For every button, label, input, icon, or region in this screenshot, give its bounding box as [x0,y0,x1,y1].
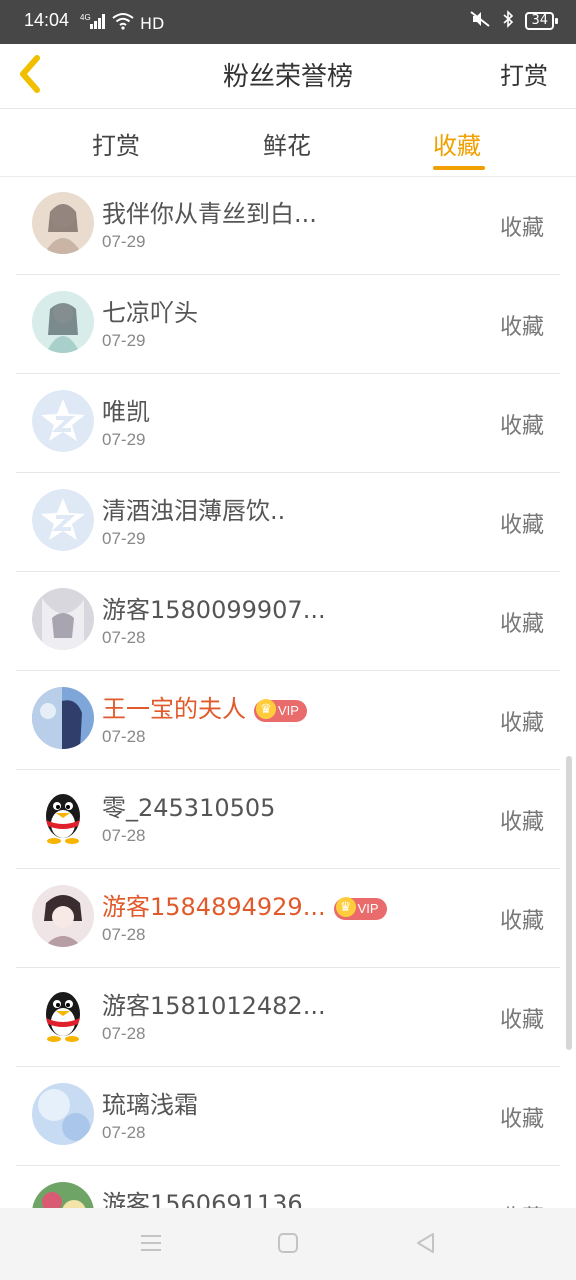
date: 07-28 [102,826,146,845]
list-item[interactable]: 游客1581012482... 07-28 收藏 [16,968,560,1067]
mute-icon [469,10,491,32]
action-label: 收藏 [499,711,544,736]
qq-penguin-icon [32,984,94,1046]
wifi-icon [112,12,134,34]
active-tab-indicator [433,166,485,170]
action-label: 收藏 [499,612,544,637]
user-name: 我伴你从青丝到白... [102,200,317,228]
avatar [32,885,94,947]
back-nav-button[interactable] [410,1230,440,1260]
tab-reward[interactable]: 打赏 [92,126,140,161]
user-name: 游客1581012482... [102,992,326,1020]
date: 07-29 [102,529,146,548]
reward-button[interactable]: 打赏 [500,56,548,91]
avatar [32,687,94,749]
date: 07-29 [102,331,146,350]
scrollbar[interactable] [566,756,572,1050]
list-item[interactable]: 游客1580099907... 07-28 收藏 [16,572,560,671]
list-item[interactable]: 游客1584894929... VIP 07-28 收藏 [16,869,560,968]
triangle-back-icon [414,1231,436,1259]
action-label: 收藏 [499,810,544,835]
user-name: 游客1580099907... [102,596,326,624]
avatar [32,1083,94,1145]
user-name: 游客1560691136... [102,1190,326,1208]
signal-icon: 4G [80,12,106,34]
user-name-text: 王一宝的夫人 [102,695,246,723]
default-avatar-icon [32,390,94,452]
status-left-icons: 4G HD [80,12,164,34]
user-name: 琉璃浅霜 [102,1091,198,1119]
bluetooth-icon [501,10,515,32]
list-item[interactable]: 王一宝的夫人 VIP 07-28 收藏 [16,671,560,770]
avatar [32,588,94,650]
vip-badge: VIP [333,897,387,920]
action-label: 收藏 [499,909,544,934]
action-label: 收藏 [499,1107,544,1132]
home-button[interactable] [273,1230,303,1260]
action-label: 收藏 [499,315,544,340]
tab-favorites[interactable]: 收藏 [433,126,481,161]
action-label: 收藏 [499,414,544,439]
status-right-icons: 34 [469,10,558,32]
list-item[interactable]: 唯凯 07-29 收藏 [16,374,560,473]
avatar [32,291,94,353]
menu-icon [139,1232,163,1258]
status-bar: 14:04 4G HD 34 [0,0,576,44]
action-label: 收藏 [500,1200,544,1208]
header: 粉丝荣誉榜 打赏 [0,44,576,109]
date: 07-28 [102,1024,146,1043]
user-name: 唯凯 [102,398,150,426]
menu-button[interactable] [136,1230,166,1260]
user-name-text: 游客1584894929... [102,893,326,921]
list-item[interactable]: 游客1560691136... 收藏 [16,1166,560,1208]
list-item[interactable]: 七凉吖头 07-29 收藏 [16,275,560,374]
action-label: 收藏 [499,1008,544,1033]
status-time: 14:04 [24,10,70,30]
system-nav-bar [0,1208,576,1280]
avatar [32,192,94,254]
qq-penguin-icon [32,786,94,848]
user-name: 清酒浊泪薄唇饮.. [102,497,286,525]
svg-text:4G: 4G [80,13,91,22]
avatar [32,1182,94,1208]
home-icon [277,1232,299,1258]
list-item[interactable]: 零_245310505 07-28 收藏 [16,770,560,869]
fan-list[interactable]: 我伴你从青丝到白... 07-29 收藏 七凉吖头 07-29 收藏 唯凯 07… [16,176,560,1208]
date: 07-28 [102,727,146,746]
tab-flowers[interactable]: 鲜花 [263,126,311,161]
default-avatar-icon [32,489,94,551]
action-label: 收藏 [499,216,544,241]
user-name: 游客1584894929... VIP [102,887,387,922]
list-item[interactable]: 我伴你从青丝到白... 07-29 收藏 [16,176,560,275]
list-item[interactable]: 琉璃浅霜 07-28 收藏 [16,1067,560,1166]
date: 07-28 [102,628,146,647]
action-label: 收藏 [499,513,544,538]
date: 07-28 [102,1123,146,1142]
battery-icon: 34 [525,12,558,30]
vip-badge: VIP [254,699,307,722]
page-title: 粉丝荣誉榜 [222,62,353,92]
hd-label: HD [140,13,165,33]
list-item[interactable]: 清酒浊泪薄唇饮.. 07-29 收藏 [16,473,560,572]
user-name: 零_245310505 [102,794,276,822]
date: 07-28 [102,925,146,944]
user-name: 王一宝的夫人 VIP [102,689,307,724]
date: 07-29 [102,232,146,251]
user-name: 七凉吖头 [102,299,198,327]
date: 07-29 [102,430,146,449]
tab-bar: 打赏 鲜花 收藏 [0,108,576,177]
